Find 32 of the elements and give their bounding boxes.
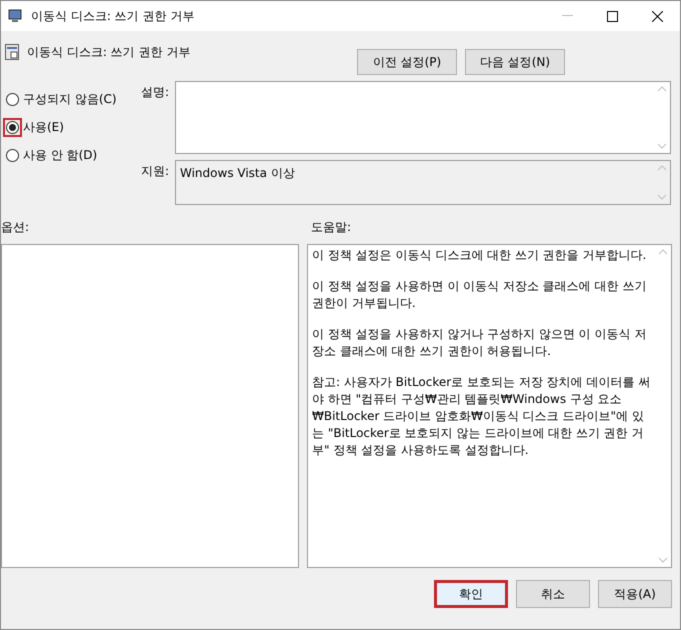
- help-text: 이 정책 설정은 이동식 디스크에 대한 쓰기 권한을 거부합니다.: [312, 247, 648, 264]
- scroll-up-icon[interactable]: [657, 86, 667, 92]
- help-text: 이 정책 설정을 사용하지 않거나 구성하지 않으면 이 이동식 저장소 클래스에 대한 쓰기 권한이 허용됩니다.: [312, 326, 648, 360]
- maximize-icon[interactable]: [607, 10, 618, 22]
- app-icon: [7, 8, 23, 24]
- dialog-button[interactable]: 확인: [434, 580, 508, 608]
- policy-icon: [5, 44, 19, 60]
- radio-button[interactable]: [3, 118, 22, 136]
- dialog-button[interactable]: 적용(A): [598, 580, 672, 608]
- comment-field[interactable]: [175, 81, 671, 154]
- help-text: 이 정책 설정을 사용하면 이 이동식 저장소 클래스에 대한 쓰기 권한이 거부됩니다.: [312, 278, 648, 312]
- close-icon[interactable]: [652, 10, 663, 22]
- supported-value: Windows Vista 이상: [179, 165, 296, 182]
- dialog-button[interactable]: 취소: [516, 580, 590, 608]
- minimize-icon[interactable]: [562, 15, 573, 17]
- scroll-up-icon[interactable]: [657, 165, 667, 171]
- window-title: 이동식 디스크: 쓰기 권한 거부: [31, 8, 194, 25]
- comment-label: 설명:: [140, 84, 170, 101]
- scroll-down-icon[interactable]: [658, 557, 668, 563]
- scroll-down-icon[interactable]: [657, 194, 667, 200]
- policy-title: 이동식 디스크: 쓰기 권한 거부: [27, 44, 190, 61]
- radio-option[interactable]: 사용 안 함(D): [5, 141, 135, 169]
- supported-label: 지원:: [140, 163, 170, 180]
- nav-button[interactable]: 다음 설정(N): [465, 49, 565, 75]
- radio-option[interactable]: 구성되지 않음(C): [5, 85, 135, 113]
- options-label: 옵션:: [1, 219, 30, 236]
- scroll-up-icon[interactable]: [658, 249, 668, 255]
- help-label: 도움말:: [311, 219, 352, 236]
- nav-button[interactable]: 이전 설정(P): [357, 49, 457, 75]
- help-text: 참고: 사용자가 BitLocker로 보호되는 저장 장치에 데이터를 써야 하면 "컴퓨터 구성₩관리 템플릿₩Windows 구성 요소₩BitLocker 드라이브 암호화₩이동식 디스크 드라이브"에 있는 "BitLocker로 보호되지 않는 드라이브에 대한 쓰기 권한 거부" 정책 설정을 사용하도록 설정합니다.: [312, 374, 651, 459]
- scroll-down-icon[interactable]: [657, 143, 667, 149]
- radio-option[interactable]: 사용(E): [5, 113, 135, 141]
